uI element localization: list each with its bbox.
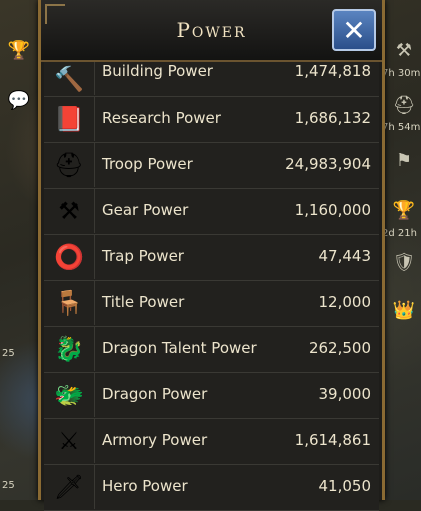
power-value: 1,160,000 xyxy=(294,201,371,219)
trap-icon: ⭕ xyxy=(44,235,95,279)
power-row: 🔨 Building Power 1,474,818 xyxy=(44,62,379,97)
book-icon: 📕 xyxy=(44,97,95,141)
chalice-icon[interactable]: 🏆 xyxy=(387,200,421,221)
sword-icon: 🗡 xyxy=(44,465,95,509)
power-row: 🐉 Dragon Talent Power 262,500 xyxy=(44,327,379,373)
power-panel: Power ✕ 🔨 Building Power 1,474,818 📕 Researc… xyxy=(38,0,385,511)
armory-icon: ⚔ xyxy=(44,419,95,463)
train-timer: 7h 54m xyxy=(382,122,421,133)
helmet-icon[interactable]: ⛑ xyxy=(387,95,421,116)
shield-icon[interactable]: 🛡 xyxy=(387,252,421,273)
power-row: 🐲 Dragon Power 39,000 xyxy=(44,373,379,419)
power-value: 262,500 xyxy=(308,339,371,357)
power-value: 12,000 xyxy=(318,293,372,311)
power-label: Dragon Talent Power xyxy=(102,339,257,357)
panel-header: Power ✕ xyxy=(41,0,382,62)
power-value: 1,614,861 xyxy=(294,431,371,449)
power-value: 41,050 xyxy=(318,477,372,495)
power-value: 24,983,904 xyxy=(285,155,371,173)
power-value: 47,443 xyxy=(318,247,372,265)
level-badge: 25 xyxy=(2,348,15,359)
crown-icon[interactable]: 👑 xyxy=(387,300,421,321)
throne-icon: 🪑 xyxy=(44,281,95,325)
power-label: Building Power xyxy=(102,62,213,80)
power-label: Dragon Power xyxy=(102,385,208,403)
flag-icon[interactable]: ⚑ xyxy=(387,150,421,171)
power-label: Armory Power xyxy=(102,431,208,449)
close-button[interactable]: ✕ xyxy=(332,9,376,51)
power-row: ⚔ Armory Power 1,614,861 xyxy=(44,419,379,465)
trophy-icon[interactable]: 🏆 xyxy=(2,40,36,61)
power-value: 1,474,818 xyxy=(294,62,371,80)
power-label: Research Power xyxy=(102,109,221,127)
hammer-icon[interactable]: ⚒ xyxy=(387,40,421,61)
build-timer: 7h 30m xyxy=(382,68,421,79)
power-label: Hero Power xyxy=(102,477,188,495)
power-label: Gear Power xyxy=(102,201,189,219)
dragon-head-icon: 🐉 xyxy=(44,327,95,371)
power-value: 39,000 xyxy=(318,385,372,403)
power-value: 1,686,132 xyxy=(294,109,371,127)
power-row: 🪑 Title Power 12,000 xyxy=(44,281,379,327)
power-row: ⭕ Trap Power 47,443 xyxy=(44,235,379,281)
chat-icon[interactable]: 💬 xyxy=(2,90,36,111)
helmet-icon: ⛑ xyxy=(44,143,95,187)
power-label: Troop Power xyxy=(102,155,193,173)
panel-title: Power xyxy=(176,18,247,42)
power-row: ⛑ Troop Power 24,983,904 xyxy=(44,143,379,189)
research-timer: 2d 21h xyxy=(382,228,417,239)
power-row: ⚒ Gear Power 1,160,000 xyxy=(44,189,379,235)
power-row: 📕 Research Power 1,686,132 xyxy=(44,97,379,143)
power-label: Title Power xyxy=(102,293,185,311)
hammer-icon: 🔨 xyxy=(44,62,95,95)
power-row: 🗡 Hero Power 41,050 xyxy=(44,465,379,511)
level-badge: 25 xyxy=(2,480,15,491)
anvil-icon: ⚒ xyxy=(44,189,95,233)
power-list: 🔨 Building Power 1,474,818 📕 Research Power 1… xyxy=(44,62,379,511)
power-label: Trap Power xyxy=(102,247,184,265)
dragon-icon: 🐲 xyxy=(44,373,95,417)
